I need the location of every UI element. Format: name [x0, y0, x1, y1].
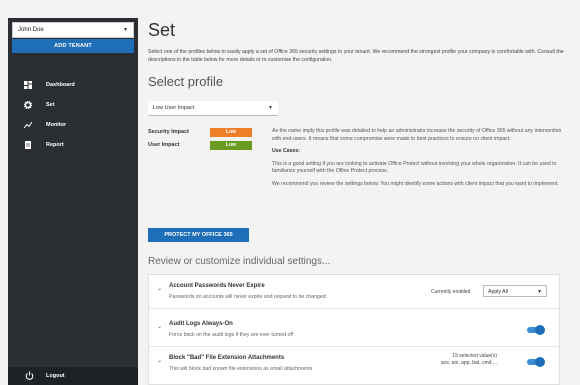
- setting-subtitle: Passwords on accounts will never expire …: [169, 294, 328, 300]
- description-paragraph: As the name imply this profile was detai…: [272, 128, 562, 142]
- setting-row[interactable]: ⌄ Audit Logs Always-On Force back on the…: [149, 313, 561, 347]
- main-content: Set Select one of the profiles below to …: [148, 0, 573, 385]
- sidebar-item-label: Set: [46, 102, 55, 108]
- user-impact-row: User Impact: [148, 142, 180, 148]
- user-impact-label: User Impact: [148, 142, 180, 148]
- report-icon: [25, 141, 31, 149]
- settings-list: ⌄ Account Passwords Never Expire Passwor…: [148, 274, 561, 385]
- caret-down-icon: ▼: [537, 289, 542, 295]
- security-impact-label: Security Impact: [148, 129, 189, 135]
- selected-values-count: 19 selected value(s): [452, 353, 497, 359]
- setting-subtitle: This will block bad known file extension…: [169, 366, 313, 372]
- sidebar-nav: Dashboard Set Monitor Report: [8, 76, 138, 156]
- tenant-select-value: John Doe: [18, 27, 44, 33]
- sidebar-item-label: Report: [46, 142, 64, 148]
- user-impact-badge: Low: [210, 141, 252, 150]
- selected-values-detail: ace, ani, app, bat, cmd ...: [440, 360, 497, 366]
- description-paragraph: This is a good setting if you are lookin…: [272, 160, 557, 175]
- profile-select-value: Low User Impact: [153, 105, 195, 111]
- tenant-select[interactable]: John Doe ▼: [12, 22, 134, 38]
- sidebar-item-set[interactable]: Set: [8, 96, 138, 116]
- apply-select[interactable]: Apply All ▼: [483, 285, 547, 297]
- power-icon: [25, 371, 34, 380]
- sidebar-item-monitor[interactable]: Monitor: [8, 116, 138, 136]
- chevron-down-icon[interactable]: ⌄: [157, 285, 162, 292]
- select-profile-title: Select profile: [148, 74, 224, 89]
- toggle-knob: [535, 325, 545, 335]
- trend-icon: [24, 121, 32, 129]
- chevron-down-icon[interactable]: ⌄: [157, 357, 162, 364]
- setting-row[interactable]: ⌄ Account Passwords Never Expire Passwor…: [149, 275, 561, 309]
- sidebar-item-dashboard[interactable]: Dashboard: [8, 76, 138, 96]
- protect-office-365-button[interactable]: PROTECT MY OFFICE 365: [148, 228, 249, 242]
- sidebar-item-report[interactable]: Report: [8, 136, 138, 156]
- caret-down-icon: ▼: [268, 105, 273, 111]
- sidebar-item-label: Monitor: [46, 122, 67, 128]
- chevron-down-icon[interactable]: ⌄: [157, 323, 162, 330]
- use-cases-title: Use Cases:: [272, 148, 300, 154]
- add-tenant-button[interactable]: ADD TENANT: [12, 39, 134, 53]
- profile-select[interactable]: Low User Impact ▼: [148, 101, 278, 116]
- sidebar: John Doe ▼ ADD TENANT Dashboard Set Moni…: [8, 18, 138, 385]
- logout-button[interactable]: Logout: [8, 367, 138, 385]
- apply-select-value: Apply All: [488, 289, 508, 295]
- sidebar-item-label: Dashboard: [46, 82, 75, 88]
- intro-text: Select one of the profiles below to easi…: [148, 49, 564, 63]
- toggle-knob: [535, 357, 545, 367]
- setting-title: Block "Bad" File Extension Attachments: [169, 355, 285, 361]
- caret-down-icon: ▼: [123, 27, 128, 33]
- description-paragraph: We recommend you review the settings bel…: [272, 180, 559, 187]
- currently-enabled-label: Currently enabled: [431, 289, 471, 295]
- block-bad-attachments-toggle[interactable]: [527, 357, 545, 367]
- gear-icon: [24, 101, 32, 109]
- profile-description: As the name imply this profile was detai…: [272, 128, 568, 193]
- review-settings-title: Review or customize individual settings.…: [148, 256, 331, 267]
- dashboard-icon: [24, 81, 32, 89]
- selected-values: 19 selected value(s) ace, ani, app, bat,…: [417, 353, 497, 367]
- audit-logs-toggle[interactable]: [527, 325, 545, 335]
- page-title: Set: [148, 20, 176, 40]
- setting-title: Account Passwords Never Expire: [169, 283, 265, 289]
- security-impact-row: Security Impact: [148, 129, 189, 135]
- setting-subtitle: Force back on the audit logs if they are…: [169, 332, 294, 338]
- logout-label: Logout: [46, 373, 65, 379]
- setting-row[interactable]: ⌄ Block "Bad" File Extension Attachments…: [149, 347, 561, 381]
- security-impact-badge: Low: [210, 128, 252, 137]
- setting-title: Audit Logs Always-On: [169, 321, 233, 327]
